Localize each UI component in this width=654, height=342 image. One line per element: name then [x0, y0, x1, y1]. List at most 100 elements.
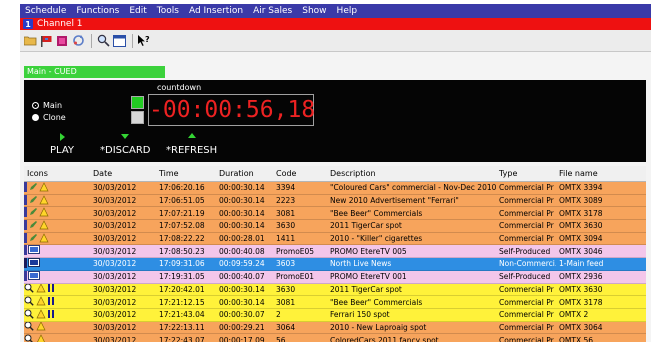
warning-icon: [39, 194, 49, 207]
table-row[interactable]: 30/03/2012 17:19:31.05 00:00:40.07 PromoE01…: [24, 270, 646, 284]
table-row[interactable]: 30/03/2012 17:09:31.06 00:09:59.24 3603 Nort…: [24, 258, 646, 271]
menu-schedule[interactable]: Schedule: [20, 6, 71, 16]
column-header-time[interactable]: Time: [156, 169, 216, 178]
menu-bar: Schedule Functions Edit Tools Ad Inserti…: [20, 4, 651, 18]
app-window: Schedule Functions Edit Tools Ad Inserti…: [20, 4, 651, 342]
column-header-description[interactable]: Description: [327, 169, 496, 178]
window-icon[interactable]: [112, 34, 126, 48]
row-icons: [24, 232, 90, 245]
column-header-file-name[interactable]: File name: [556, 169, 646, 178]
cell-date: 30/03/2012: [93, 272, 137, 282]
menu-edit[interactable]: Edit: [124, 6, 151, 16]
table-row[interactable]: 30/03/2012 17:06:20.16 00:00:30.14 3394 "Col…: [24, 182, 646, 195]
cell-duration: 00:00:40.07: [219, 272, 265, 282]
table-row[interactable]: 30/03/2012 17:21:12.15 00:00:30.14 3081 "Bee…: [24, 296, 646, 309]
cell-file: OMTX 3089: [559, 196, 603, 206]
refresh-arrow-icon: [166, 132, 217, 142]
edit-icon: [28, 182, 38, 194]
cell-duration: 00:00:40.08: [219, 246, 265, 256]
column-header-icons[interactable]: Icons: [24, 169, 90, 178]
cell-description: "Bee Beer" Commercials: [330, 297, 423, 307]
column-header-code[interactable]: Code: [273, 169, 327, 178]
cell-date: 30/03/2012: [93, 196, 137, 206]
help-pointer-icon[interactable]: ?: [137, 34, 151, 48]
menu-help[interactable]: Help: [332, 6, 363, 16]
cell-time: 17:21:43.04: [159, 310, 205, 320]
cell-duration: 00:00:30.07: [219, 310, 265, 320]
cell-duration: 00:00:30.14: [219, 208, 265, 218]
table-row[interactable]: 30/03/2012 17:22:13.11 00:00:29.21 3064 2010…: [24, 321, 646, 335]
cell-time: 17:07:21.19: [159, 208, 205, 218]
cell-file: OMTX 2: [559, 310, 589, 320]
cell-date: 30/03/2012: [93, 322, 137, 332]
table-row[interactable]: 30/03/2012 17:08:22.22 00:00:28.01 1411 2010…: [24, 232, 646, 246]
menu-functions[interactable]: Functions: [71, 6, 124, 16]
table-row[interactable]: 30/03/2012 17:07:52.08 00:00:30.14 3630 2011…: [24, 220, 646, 233]
cell-file: OMTX 3394: [559, 183, 603, 193]
search-icon: [24, 283, 35, 296]
cell-description: PROMO EtereTV 005: [330, 246, 407, 256]
cell-type: Commercial Pr: [499, 322, 554, 332]
cell-type: Commercial Pr: [499, 297, 554, 307]
bookmark-icon[interactable]: [55, 34, 69, 48]
main-radio[interactable]: Main: [32, 101, 62, 110]
table-row[interactable]: 30/03/2012 17:06:51.05 00:00:30.14 2223 New …: [24, 194, 646, 208]
countdown-panel: countdown Main Clone -00:00:56,18 PLAY *…: [24, 80, 646, 162]
warning-icon: [36, 334, 46, 342]
cell-time: 17:06:20.16: [159, 183, 205, 193]
clone-radio-label: Clone: [43, 113, 66, 122]
clone-radio[interactable]: Clone: [32, 113, 66, 122]
open-folder-icon[interactable]: [23, 34, 37, 48]
screen-icon: [28, 258, 40, 270]
cell-code: 3603: [276, 259, 296, 269]
column-header-duration[interactable]: Duration: [216, 169, 273, 178]
screen-icon: [28, 245, 40, 257]
table-row[interactable]: 30/03/2012 17:20:42.01 00:00:30.14 3630 2011…: [24, 283, 646, 297]
warning-icon: [39, 220, 49, 232]
cell-description: "Bee Beer" Commercials: [330, 208, 423, 218]
cell-description: 2011 TigerCar spot: [330, 284, 402, 294]
cell-time: 17:21:12.15: [159, 297, 205, 307]
table-row[interactable]: 30/03/2012 17:08:50.23 00:00:40.08 PromoE05…: [24, 245, 646, 259]
menu-tools[interactable]: Tools: [152, 6, 184, 16]
cell-date: 30/03/2012: [93, 310, 137, 320]
table-row[interactable]: 30/03/2012 17:07:21.19 00:00:30.14 3081 "Bee…: [24, 207, 646, 221]
warning-icon: [39, 207, 49, 219]
menu-show[interactable]: Show: [297, 6, 331, 16]
cell-time: 17:08:50.23: [159, 246, 205, 256]
row-icons: [24, 270, 90, 283]
refresh-icon[interactable]: [71, 34, 85, 48]
play-button[interactable]: PLAY: [50, 132, 74, 156]
cell-file: OMTX 56: [559, 335, 594, 342]
cell-code: 2: [276, 310, 281, 320]
find-icon[interactable]: [96, 34, 110, 48]
table-row[interactable]: 30/03/2012 17:22:43.07 00:00:17.09 56 Colore…: [24, 334, 646, 342]
cell-duration: 00:00:30.14: [219, 196, 265, 206]
cell-duration: 00:00:28.01: [219, 234, 265, 244]
cell-type: Commercial Pr: [499, 284, 554, 294]
cell-file: OMTX 2936: [559, 272, 603, 282]
cell-file: OMTX 3064: [559, 322, 603, 332]
svg-text:?: ?: [145, 35, 150, 44]
search-icon: [24, 321, 35, 334]
radio-unselected-icon: [32, 114, 39, 121]
cell-duration: 00:09:59.24: [219, 259, 265, 269]
cell-duration: 00:00:17.09: [219, 335, 265, 342]
cell-file: OMTX 3630: [559, 221, 603, 231]
flag-icon[interactable]: [39, 34, 53, 48]
menu-air-sales[interactable]: Air Sales: [248, 6, 297, 16]
column-header-type[interactable]: Type: [496, 169, 556, 178]
toolbar: ?: [20, 30, 651, 52]
refresh-button[interactable]: *REFRESH: [166, 132, 217, 156]
discard-button[interactable]: *DISCARD: [100, 132, 150, 156]
cell-code: PromoE05: [276, 246, 315, 256]
menu-ad-insertion[interactable]: Ad Insertion: [184, 6, 248, 16]
cell-type: Non-Commerci.: [499, 259, 556, 269]
cell-description: "Coloured Cars" commercial - Nov-Dec 201…: [330, 183, 496, 193]
cell-code: 3081: [276, 208, 296, 218]
discard-arrow-icon: [100, 132, 150, 142]
row-icons: [24, 245, 90, 257]
column-header-date[interactable]: Date: [90, 169, 156, 178]
table-row[interactable]: 30/03/2012 17:21:43.04 00:00:30.07 2 Ferrari…: [24, 308, 646, 322]
marker-icon: [24, 220, 27, 232]
